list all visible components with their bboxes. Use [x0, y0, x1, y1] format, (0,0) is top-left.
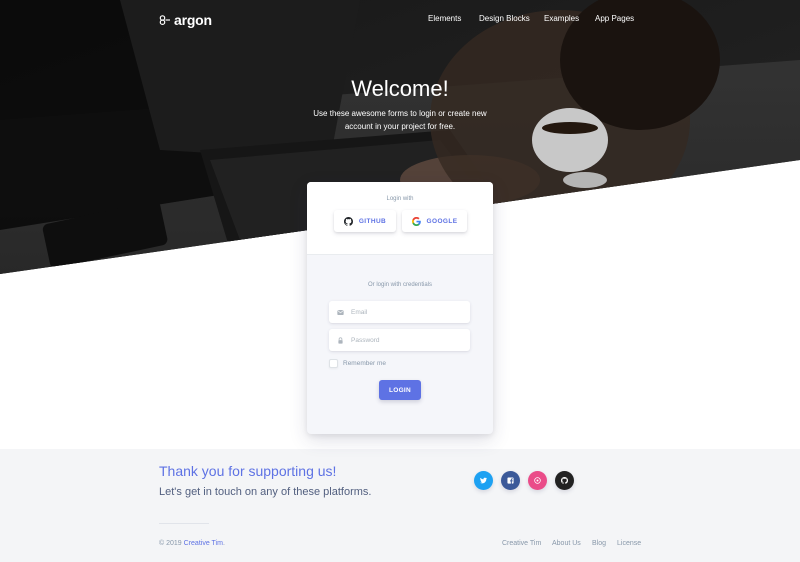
google-icon	[411, 216, 421, 226]
footer-divider	[159, 523, 209, 524]
facebook-button[interactable]	[501, 471, 520, 490]
nav-item-examples[interactable]: Examples	[544, 14, 579, 23]
footer: Thank you for supporting us! Let's get i…	[0, 449, 800, 562]
email-field[interactable]	[329, 301, 470, 323]
twitter-button[interactable]	[474, 471, 493, 490]
github-icon	[343, 216, 353, 226]
github-login-button[interactable]: GITHUB	[334, 210, 396, 232]
credentials-label: Or login with credentials	[367, 282, 433, 288]
remember-me-checkbox[interactable]	[329, 359, 338, 368]
footer-link-license[interactable]: License	[617, 540, 641, 547]
login-button[interactable]: LOGIN	[379, 380, 421, 400]
hero-title: Welcome!	[351, 76, 449, 101]
google-login-label: GOOGLE	[426, 217, 458, 225]
github-social-button[interactable]	[555, 471, 574, 490]
email-icon	[329, 309, 351, 316]
footer-link-blog[interactable]: Blog	[592, 540, 606, 547]
remember-me[interactable]: Remember me	[329, 359, 386, 368]
github-login-label: GITHUB	[358, 217, 387, 225]
facebook-icon	[507, 477, 514, 484]
login-with-label: Login with	[386, 196, 414, 202]
email-input[interactable]	[351, 308, 461, 316]
social-buttons	[474, 471, 574, 490]
footer-link-about-us[interactable]: About Us	[552, 540, 581, 547]
twitter-icon	[480, 477, 487, 484]
nav-item-elements[interactable]: Elements	[428, 14, 461, 23]
nav-links: Elements Design Blocks Examples App Page…	[0, 14, 800, 28]
login-card: Login with GITHUB GOOGLE Or login with c…	[307, 182, 493, 434]
dribbble-icon	[534, 477, 541, 484]
footer-thanks-heading: Thank you for supporting us!	[159, 463, 337, 479]
lock-icon	[329, 336, 351, 344]
hero-subtitle: Use these awesome forms to login or crea…	[313, 109, 487, 131]
nav-item-design-blocks[interactable]: Design Blocks	[479, 14, 530, 23]
github-icon	[561, 477, 568, 484]
dribbble-button[interactable]	[528, 471, 547, 490]
login-card-body: Or login with credentials Remember me LO…	[307, 255, 493, 434]
remember-me-label: Remember me	[343, 360, 386, 367]
password-field[interactable]	[329, 329, 470, 351]
password-input[interactable]	[351, 336, 461, 344]
login-card-header: Login with GITHUB GOOGLE	[307, 182, 493, 255]
google-login-button[interactable]: GOOGLE	[402, 210, 467, 232]
footer-touch-text: Let's get in touch on any of these platf…	[159, 486, 372, 498]
top-navbar: argon Elements Design Blocks Examples Ap…	[0, 0, 800, 40]
footer-link-creative-tim[interactable]: Creative Tim	[502, 540, 541, 547]
footer-links: Creative Tim About Us Blog License	[0, 540, 800, 550]
nav-item-app-pages[interactable]: App Pages	[595, 14, 634, 23]
